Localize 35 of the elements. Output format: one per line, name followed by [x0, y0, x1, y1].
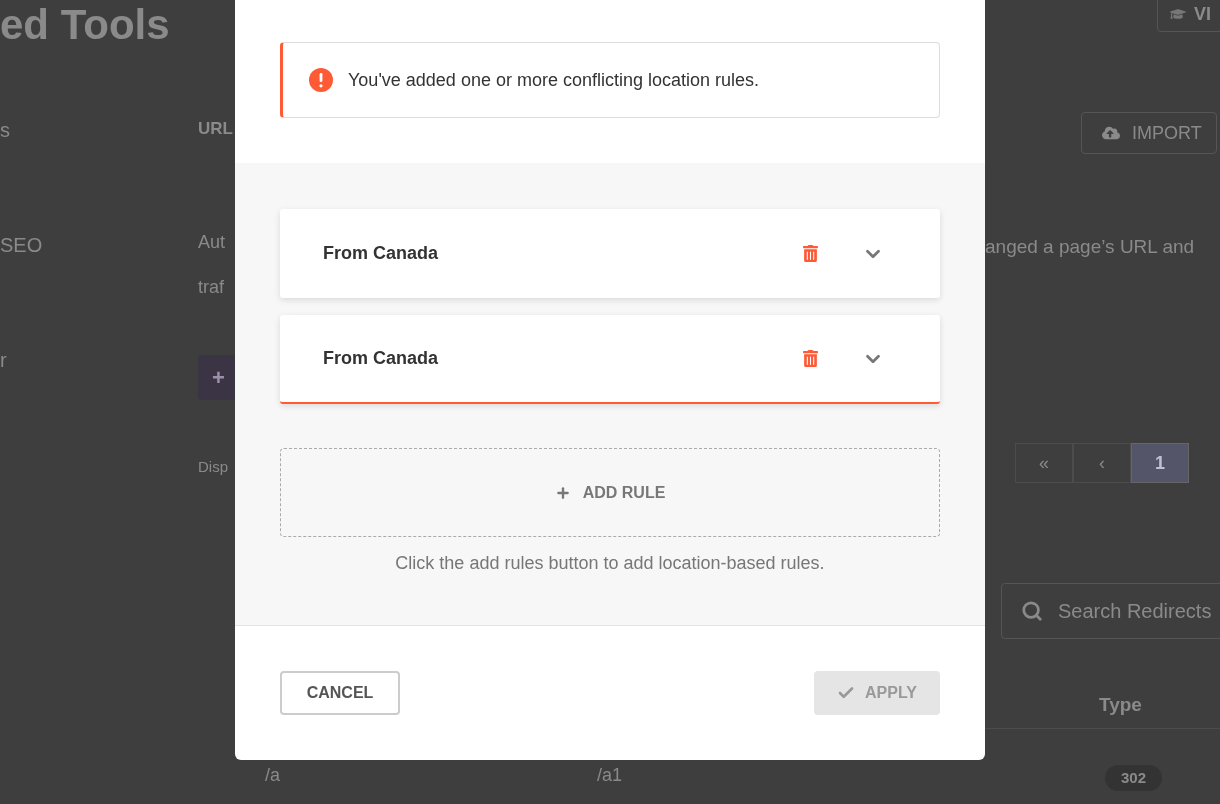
- cloud-upload-icon: [1102, 124, 1120, 142]
- delete-icon[interactable]: [803, 245, 818, 262]
- description-text: Aut: [198, 231, 226, 254]
- alert-icon: [309, 68, 333, 92]
- pagination-button[interactable]: 1: [1131, 443, 1189, 483]
- pagination-button[interactable]: ‹: [1073, 443, 1131, 483]
- page-title: ed Tools: [0, 4, 171, 46]
- alert-message: You've added one or more conflicting location rules.: [348, 68, 760, 92]
- delete-icon[interactable]: [803, 350, 818, 367]
- rule-label: From Canada: [323, 347, 440, 370]
- type-badge: 302: [1105, 764, 1163, 791]
- add-button[interactable]: +: [198, 355, 235, 400]
- cancel-button[interactable]: CANCEL: [280, 671, 400, 715]
- search-icon: [1021, 600, 1043, 622]
- section-title: URL: [198, 118, 233, 140]
- description-text: anged a page’s URL and: [985, 235, 1195, 259]
- pagination-button[interactable]: «: [1015, 443, 1073, 483]
- rule-card[interactable]: From Canada: [280, 209, 940, 298]
- add-rule-button[interactable]: ADD RULE: [280, 448, 940, 537]
- graduation-cap-icon: [1170, 6, 1186, 22]
- rule-label: From Canada: [323, 242, 440, 265]
- import-button[interactable]: IMPORT: [1081, 112, 1217, 154]
- table-cell-text: /a: [265, 764, 281, 787]
- sidebar-item[interactable]: r: [0, 347, 7, 373]
- plus-icon: [554, 484, 571, 501]
- tutorial-button[interactable]: VI: [1157, 0, 1220, 32]
- table-cell-text: /a1: [597, 764, 623, 787]
- hint-text: Click the add rules button to add location-based rules.: [394, 552, 826, 575]
- display-label: Disp: [198, 457, 228, 477]
- sidebar-item[interactable]: s: [0, 117, 10, 143]
- sidebar-item[interactable]: SEO: [0, 232, 43, 258]
- rule-card[interactable]: From Canada: [280, 315, 940, 404]
- description-text: traf: [198, 276, 224, 299]
- column-header: Type: [1099, 694, 1142, 715]
- search-field[interactable]: Search Redirects: [1001, 583, 1220, 639]
